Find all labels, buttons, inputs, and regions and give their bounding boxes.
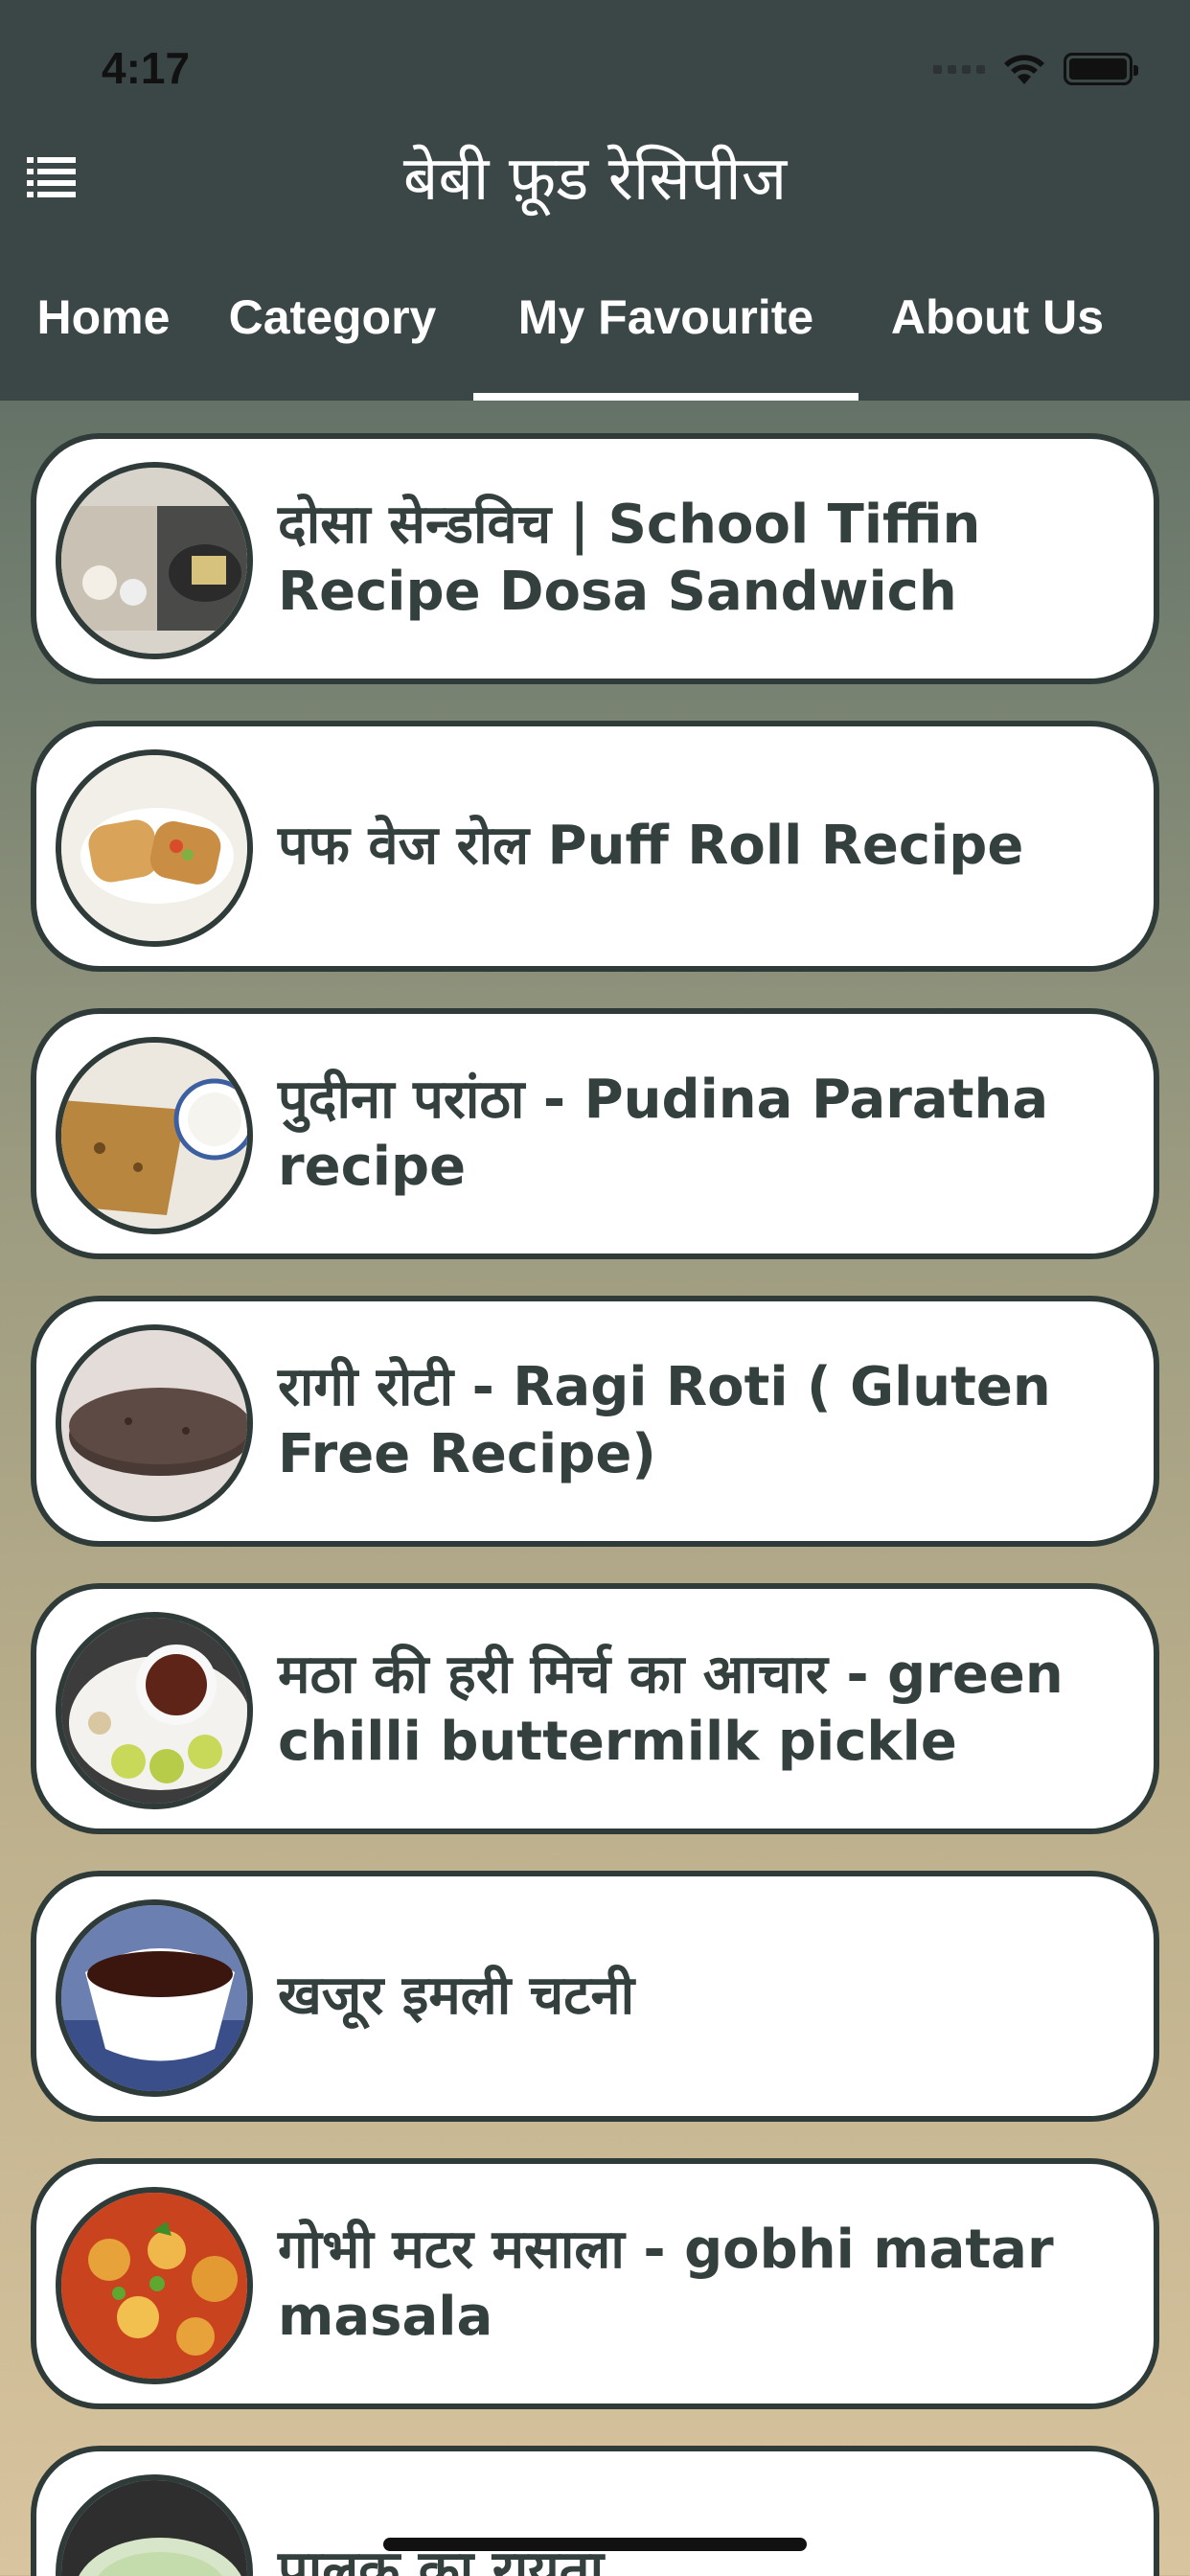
recipe-thumbnail [56,2474,253,2576]
recipe-card[interactable]: पफ वेज रोल Puff Roll Recipe [31,721,1159,972]
recipe-title: पफ वेज रोल Puff Roll Recipe [278,815,1024,877]
recipe-thumbnail [56,1612,253,1809]
recipe-title: रागी रोटी - Ragi Roti ( Gluten Free Reci… [278,1356,1051,1485]
tab-home[interactable]: Home [25,284,182,401]
recipe-card[interactable]: रागी रोटी - Ragi Roti ( Gluten Free Reci… [31,1296,1159,1547]
recipe-thumbnail [56,1324,253,1522]
recipe-title: मठा की हरी मिर्च का आचार - green chilli … [278,1644,1064,1773]
battery-icon [1064,53,1138,85]
cellular-signal-icon [933,64,985,74]
recipe-thumbnail [56,462,253,659]
recipe-title: दोसा सेन्डविच | School Tiffin Recipe Dos… [278,494,981,623]
recipe-card[interactable]: मठा की हरी मिर्च का आचार - green chilli … [31,1583,1159,1834]
tab-about-us[interactable]: About Us [878,284,1117,401]
status-icons [933,50,1138,88]
recipe-thumbnail [56,1899,253,2097]
recipe-card[interactable]: खजूर इमली चटनी [31,1871,1159,2122]
recipe-card[interactable]: गोभी मटर मसाला - gobhi matar masala [31,2158,1159,2409]
status-time: 4:17 [102,43,191,93]
app-title: बेबी फ़ूड रेसिपीज [402,144,788,215]
tab-about-us-label: About Us [890,290,1105,344]
tab-category-label: Category [228,290,437,344]
recipe-thumbnail [56,1037,253,1234]
tab-category[interactable]: Category [213,284,452,401]
recipe-card[interactable]: दोसा सेन्डविच | School Tiffin Recipe Dos… [31,433,1159,684]
recipe-title: पुदीना परांठा - Pudina Paratha recipe [278,1069,1049,1198]
recipe-thumbnail [56,749,253,947]
home-indicator[interactable] [383,2538,807,2551]
selected-tab-indicator [473,393,858,401]
recipe-title: गोभी मटर मसाला - gobhi matar masala [278,2219,1054,2348]
tab-my-favourite[interactable]: My Favourite [473,284,858,401]
tab-bar: Home Category My Favourite About Us [0,284,1190,401]
wifi-icon [1004,55,1044,84]
app-header: 4:17 बेबी फ़ूड रेसिपीज Home Category My … [0,0,1190,401]
recipe-title: खजूर इमली चटनी [278,1965,635,2027]
recipe-card[interactable]: पुदीना परांठा - Pudina Paratha recipe [31,1008,1159,1259]
tab-my-favourite-label: My Favourite [517,290,814,344]
recipe-card[interactable]: पालक का रायता [31,2446,1159,2576]
recipe-thumbnail [56,2187,253,2384]
tab-home-label: Home [36,290,171,344]
